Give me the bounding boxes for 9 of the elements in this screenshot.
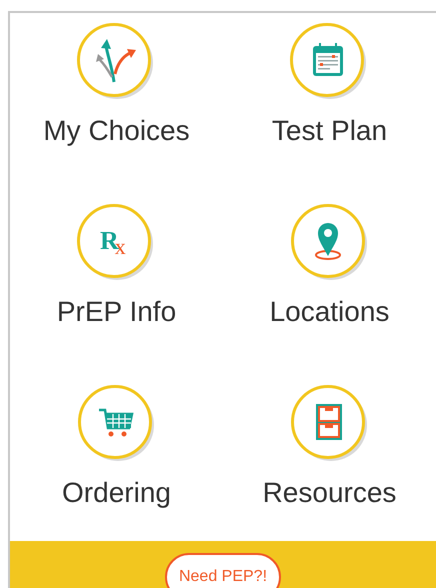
menu-tile[interactable]: Resources [262,375,396,507]
cabinet-icon [290,384,370,464]
menu-tile[interactable]: Ordering [62,375,171,507]
menu-tile[interactable]: Test Plan [272,13,388,145]
menu-tile[interactable]: R$_{x}$ PrEP Info [56,194,176,326]
menu-tile[interactable]: Locations [270,194,390,326]
cart-icon [76,384,156,464]
menu-tile[interactable]: My Choices [43,13,190,145]
location-pin-icon [290,203,370,283]
